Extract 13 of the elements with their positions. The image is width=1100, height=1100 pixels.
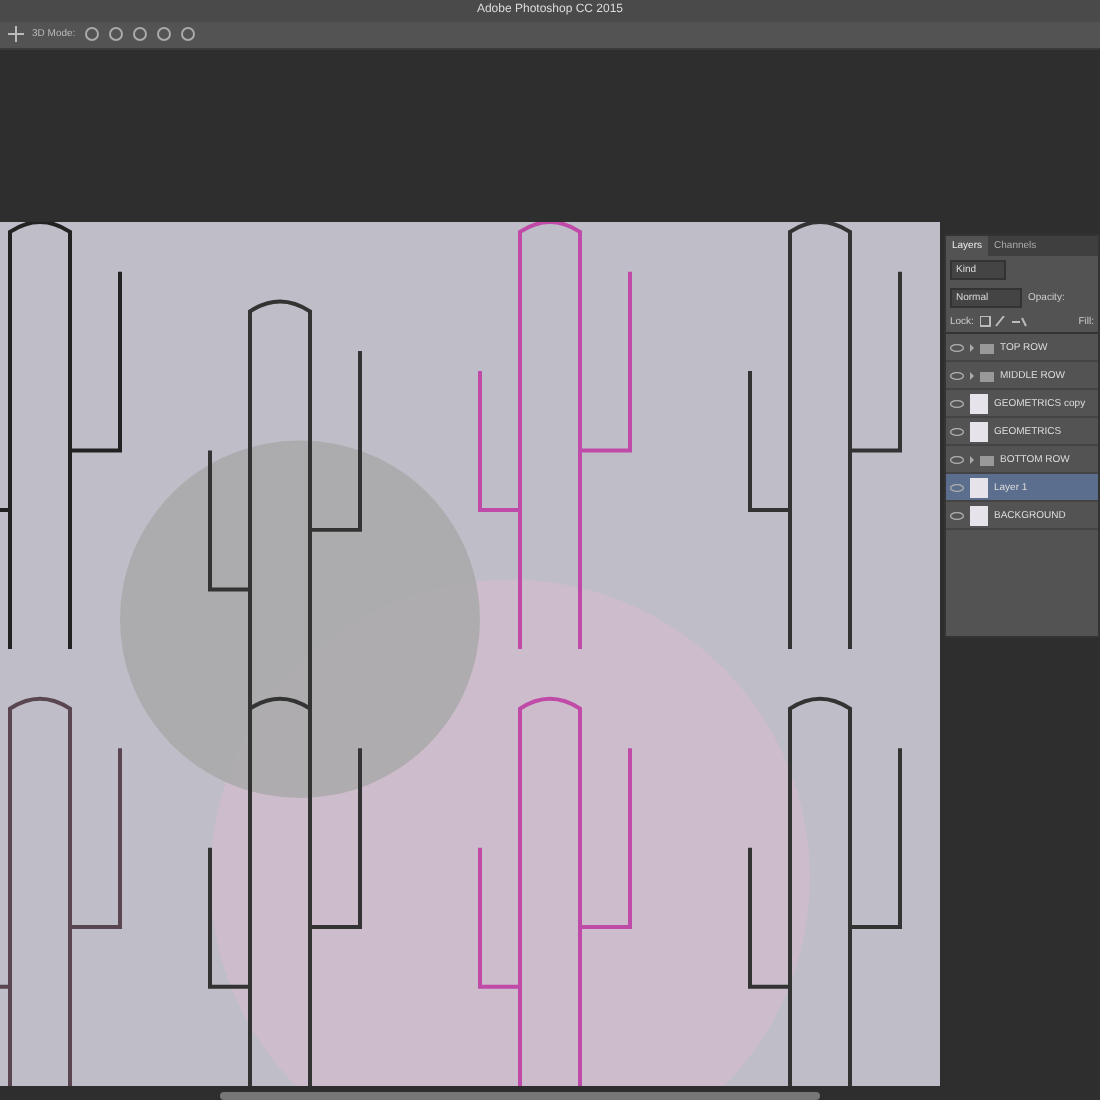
folder-icon bbox=[970, 341, 994, 353]
eye-icon[interactable] bbox=[950, 371, 964, 379]
eye-icon[interactable] bbox=[950, 455, 964, 463]
folder-icon bbox=[970, 453, 994, 465]
eye-icon[interactable] bbox=[950, 483, 964, 491]
eye-icon[interactable] bbox=[950, 343, 964, 351]
scroll-bar[interactable] bbox=[220, 1092, 820, 1100]
eye-icon[interactable] bbox=[950, 399, 964, 407]
eye-icon[interactable] bbox=[950, 511, 964, 519]
lock-icons-drawing[interactable] bbox=[979, 316, 1028, 328]
move-tool-icon[interactable] bbox=[8, 26, 24, 43]
folder-icon bbox=[970, 369, 994, 381]
eye-icon[interactable] bbox=[950, 427, 964, 435]
